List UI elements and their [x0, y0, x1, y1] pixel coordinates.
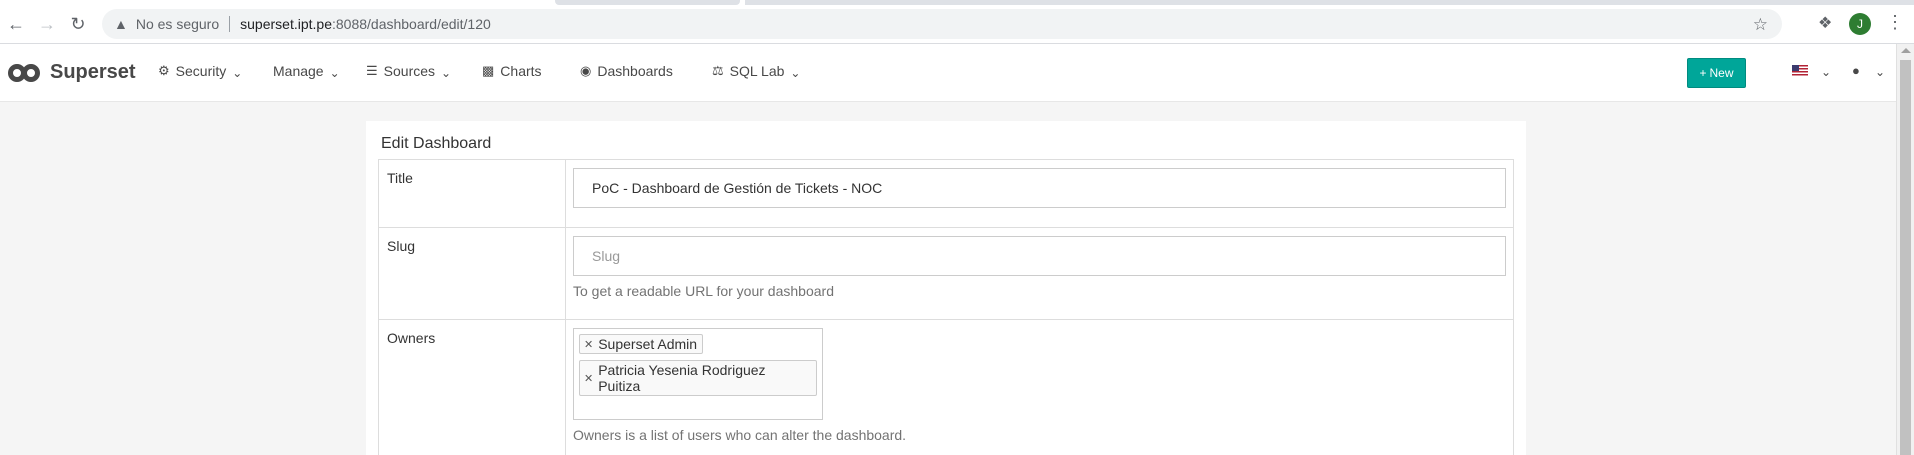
- security-status: No es seguro: [135, 16, 220, 32]
- nav-security-label: Security: [175, 63, 227, 79]
- form-row-owners: Owners ✕ Superset Admin ✕ Patricia Yesen…: [378, 319, 1514, 455]
- app-navbar: Superset ⚙ Security ⌄ Manage ⌄ ☰ Sources…: [0, 44, 1896, 102]
- nav-charts[interactable]: ▩ Charts: [482, 63, 542, 79]
- page-title: Edit Dashboard: [381, 135, 492, 152]
- nav-charts-label: Charts: [500, 63, 542, 79]
- chevron-down-icon: ⌄: [1875, 65, 1886, 79]
- slug-help-text: To get a readable URL for your dashboard: [573, 283, 834, 299]
- remove-tag-icon[interactable]: ✕: [584, 372, 593, 385]
- chevron-down-icon: ⌄: [1821, 65, 1832, 79]
- bar-chart-icon: ▩: [482, 63, 495, 78]
- title-field-cell: PoC - Dashboard de Gestión de Tickets - …: [565, 159, 1514, 228]
- chevron-down-icon: ⌄: [790, 66, 801, 80]
- owners-help-text: Owners is a list of users who can alter …: [573, 427, 907, 443]
- title-input[interactable]: PoC - Dashboard de Gestión de Tickets - …: [573, 168, 1506, 208]
- bookmark-star-icon[interactable]: ☆: [1753, 15, 1768, 35]
- database-icon: ☰: [366, 63, 378, 78]
- form-row-slug: Slug Slug To get a readable URL for your…: [378, 227, 1514, 320]
- extensions-puzzle-icon[interactable]: ❖: [1818, 13, 1832, 33]
- chevron-down-icon: ⌄: [329, 66, 340, 80]
- nav-sources[interactable]: ☰ Sources ⌄: [366, 63, 452, 80]
- scroll-thumb[interactable]: [1900, 60, 1911, 455]
- divider: [229, 16, 231, 32]
- nav-sql-lab-label: SQL Lab: [729, 63, 785, 79]
- owner-tag-label: Patricia Yesenia Rodriguez Puitiza: [598, 362, 766, 394]
- owners-select[interactable]: ✕ Superset Admin ✕ Patricia Yesenia Rodr…: [573, 328, 823, 420]
- brand[interactable]: Superset: [8, 61, 136, 84]
- slug-input[interactable]: Slug: [573, 236, 1506, 276]
- back-arrow-icon[interactable]: ←: [4, 12, 28, 36]
- nav-security[interactable]: ⚙ Security ⌄: [158, 63, 243, 80]
- edit-dashboard-panel: Edit Dashboard Title PoC - Dashboard de …: [366, 121, 1526, 455]
- profile-avatar[interactable]: J: [1849, 13, 1871, 35]
- user-dropdown[interactable]: ⌄: [1869, 63, 1886, 79]
- new-button[interactable]: + New: [1687, 58, 1746, 88]
- slug-field-cell: Slug To get a readable URL for your dash…: [565, 227, 1514, 320]
- dashboard-icon: ◉: [580, 63, 592, 78]
- edit-form-table: Title PoC - Dashboard de Gestión de Tick…: [378, 159, 1514, 455]
- page-scrollbar[interactable]: [1896, 44, 1914, 455]
- chevron-down-icon: ⌄: [232, 66, 243, 80]
- slug-label: Slug: [378, 227, 566, 320]
- plus-icon: +: [1699, 66, 1707, 80]
- owner-tag: ✕ Patricia Yesenia Rodriguez Puitiza: [579, 360, 817, 396]
- reload-icon[interactable]: ↻: [66, 12, 90, 36]
- superset-logo-icon: [8, 63, 42, 82]
- owner-tag-label: Superset Admin: [598, 336, 698, 352]
- nav-manage[interactable]: Manage ⌄: [273, 63, 340, 80]
- new-button-label: New: [1709, 66, 1734, 80]
- browser-toolbar: ← → ↻ ▲ No es seguro superset.ipt.pe:808…: [0, 0, 1914, 44]
- warning-icon: ▲: [114, 16, 128, 32]
- remove-tag-icon[interactable]: ✕: [584, 338, 593, 351]
- chevron-down-icon: ⌄: [441, 66, 452, 80]
- brand-name: Superset: [50, 61, 136, 83]
- browser-tab[interactable]: [555, 0, 740, 5]
- nav-dashboards-label: Dashboards: [597, 63, 673, 79]
- address-bar[interactable]: ▲ No es seguro superset.ipt.pe:8088/dash…: [102, 9, 1782, 39]
- flask-icon: ⚖: [712, 63, 724, 78]
- nav-sql-lab[interactable]: ⚖ SQL Lab ⌄: [712, 63, 801, 80]
- cogs-icon: ⚙: [158, 63, 170, 78]
- browser-tabstrip: [745, 0, 1914, 5]
- owners-field-cell: ✕ Superset Admin ✕ Patricia Yesenia Rodr…: [565, 319, 1514, 455]
- nav-sources-label: Sources: [383, 63, 436, 79]
- url-path: :8088/dashboard/edit/120: [331, 16, 491, 32]
- scroll-up-arrow-icon[interactable]: [1901, 48, 1911, 53]
- nav-dashboards[interactable]: ◉ Dashboards: [580, 63, 673, 79]
- user-icon[interactable]: ●: [1852, 63, 1860, 78]
- form-row-title: Title PoC - Dashboard de Gestión de Tick…: [378, 159, 1514, 228]
- nav-manage-label: Manage: [273, 63, 324, 79]
- forward-arrow-icon[interactable]: →: [35, 12, 59, 36]
- owner-tag: ✕ Superset Admin: [579, 334, 704, 354]
- us-flag-icon[interactable]: [1792, 65, 1808, 76]
- browser-menu-icon[interactable]: ⋮: [1886, 12, 1904, 33]
- owners-label: Owners: [378, 319, 566, 455]
- title-label: Title: [378, 159, 566, 228]
- language-dropdown[interactable]: ⌄: [1815, 63, 1832, 79]
- url-host: superset.ipt.pe: [240, 16, 332, 32]
